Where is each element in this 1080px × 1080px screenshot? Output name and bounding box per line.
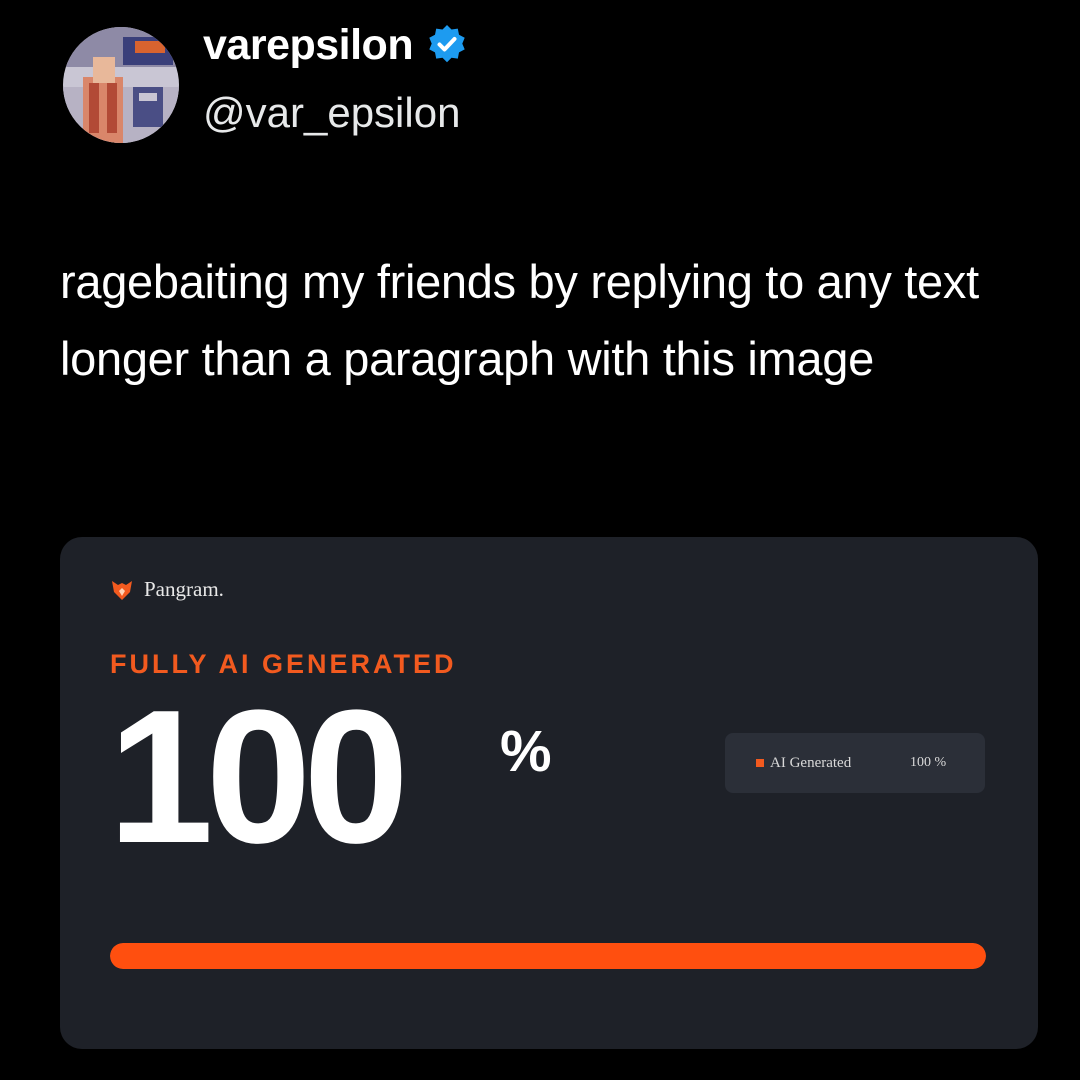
brand-logo: Pangram.: [110, 577, 224, 602]
fox-shield-icon: [110, 578, 134, 602]
progress-bar: [110, 943, 986, 969]
score-value: 100: [108, 671, 409, 883]
legend-box: AI Generated 100 %: [725, 733, 985, 793]
tweet-text: ragebaiting my friends by replying to an…: [60, 255, 979, 385]
legend-swatch: [756, 759, 764, 767]
avatar-artwork-image: [63, 27, 179, 143]
author-name-text[interactable]: varepsilon: [203, 18, 414, 72]
attached-image-card[interactable]: Pangram. FULLY AI GENERATED 100 % AI Gen…: [60, 537, 1038, 1049]
author-handle[interactable]: @var_epsilon: [203, 86, 460, 140]
legend-value: 100 %: [910, 755, 947, 770]
author-display-name[interactable]: varepsilon: [203, 18, 469, 72]
progress-bar-fill: [110, 943, 986, 969]
avatar[interactable]: [63, 27, 179, 143]
verified-badge-icon[interactable]: [425, 23, 469, 67]
brand-name: Pangram.: [144, 577, 224, 601]
score-unit: %: [500, 719, 552, 784]
legend-label: AI Generated: [770, 755, 852, 771]
